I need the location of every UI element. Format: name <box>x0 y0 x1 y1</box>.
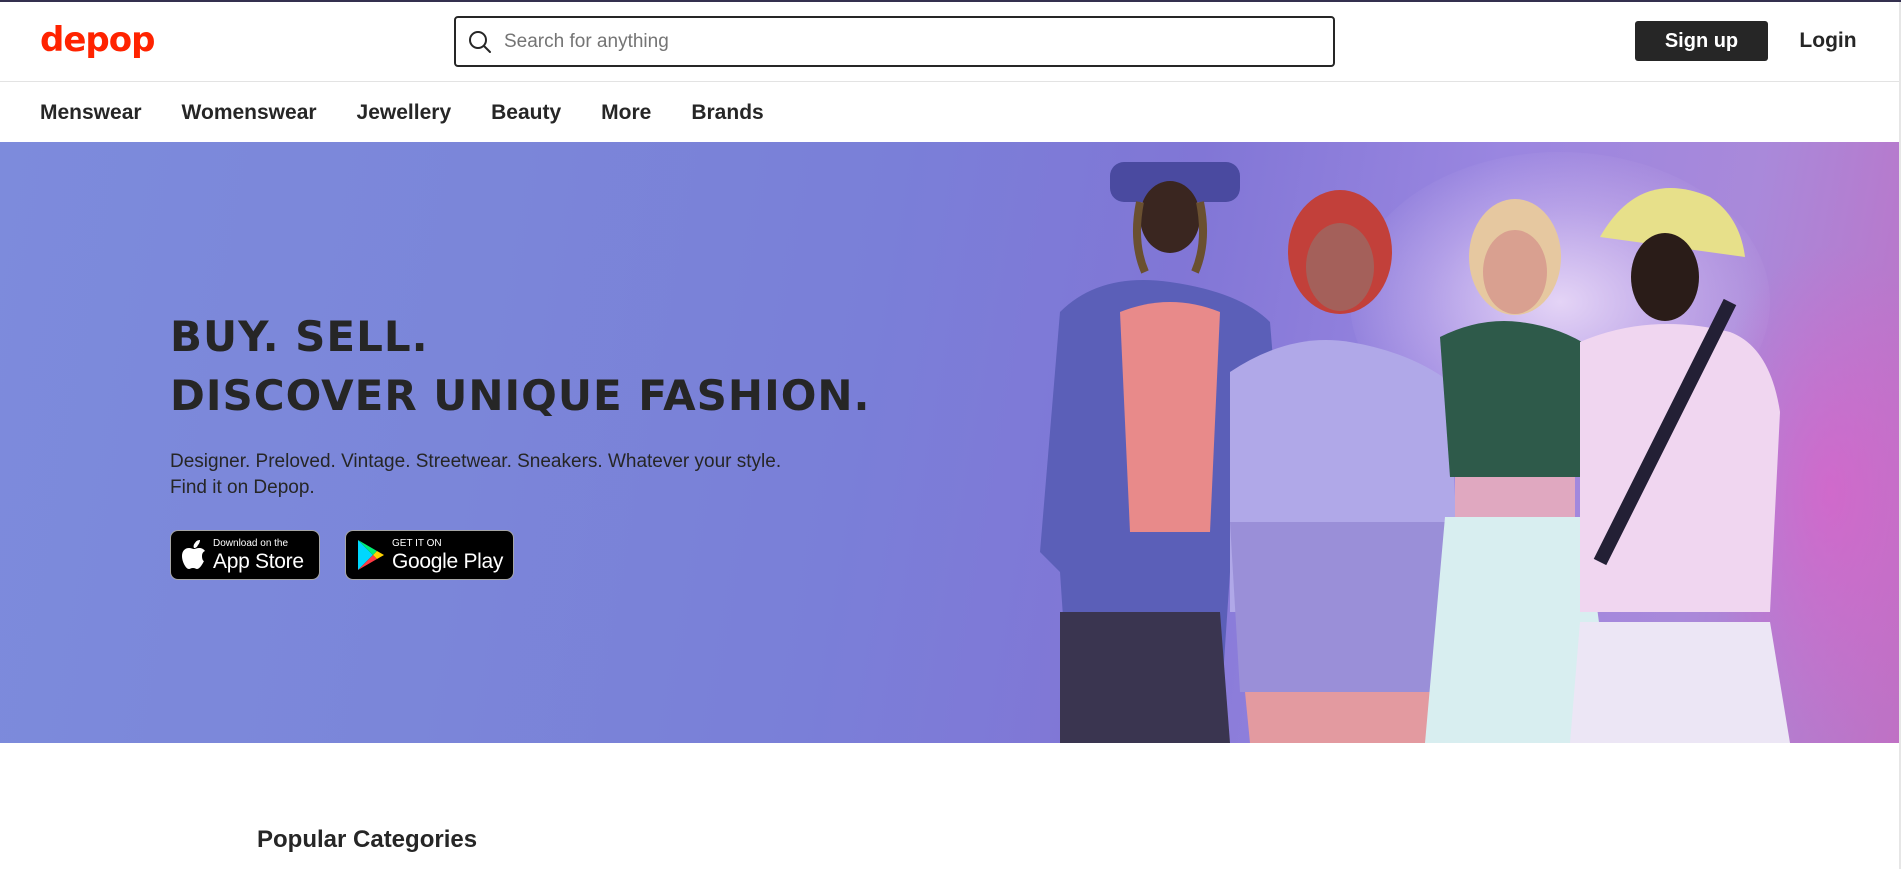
nav-item-beauty[interactable]: Beauty <box>491 101 561 125</box>
app-store-big-label: App Store <box>213 549 304 573</box>
search-bar[interactable] <box>454 16 1335 67</box>
search-icon <box>466 28 494 56</box>
nav-item-menswear[interactable]: Menswear <box>40 101 142 125</box>
category-nav: Menswear Womenswear Jewellery Beauty Mor… <box>0 83 1901 142</box>
hero-banner: BUY. SELL. DISCOVER UNIQUE FASHION. Desi… <box>0 142 1901 743</box>
google-play-big-label: Google Play <box>392 549 504 573</box>
login-link[interactable]: Login <box>1788 21 1868 61</box>
site-header: depop Sign up Login <box>0 2 1901 82</box>
nav-item-jewellery[interactable]: Jewellery <box>357 101 452 125</box>
depop-logo[interactable]: depop <box>40 20 155 60</box>
popular-categories-heading: Popular Categories <box>257 826 478 853</box>
apple-icon <box>181 540 207 570</box>
app-store-button[interactable]: Download on the App Store <box>170 530 320 580</box>
model-figure-2 <box>1230 190 1460 743</box>
model-figure-4 <box>1570 188 1790 743</box>
app-store-small-label: Download on the <box>213 537 289 549</box>
hero-subtitle: Designer. Preloved. Vintage. Streetwear.… <box>170 451 782 498</box>
nav-item-brands[interactable]: Brands <box>691 101 763 125</box>
search-input[interactable] <box>504 30 1333 53</box>
signup-button[interactable]: Sign up <box>1635 21 1768 61</box>
hero-title: BUY. SELL. DISCOVER UNIQUE FASHION. <box>170 307 871 425</box>
nav-item-womenswear[interactable]: Womenswear <box>182 101 317 125</box>
hero-title-line-1: BUY. SELL. <box>170 312 429 361</box>
hero-models-image <box>1040 162 1790 743</box>
hero-title-line-2: DISCOVER UNIQUE FASHION. <box>170 371 871 420</box>
google-play-icon <box>356 539 386 571</box>
google-play-small-label: GET IT ON <box>392 537 442 549</box>
nav-item-more[interactable]: More <box>601 101 651 125</box>
google-play-button[interactable]: GET IT ON Google Play <box>345 530 514 580</box>
